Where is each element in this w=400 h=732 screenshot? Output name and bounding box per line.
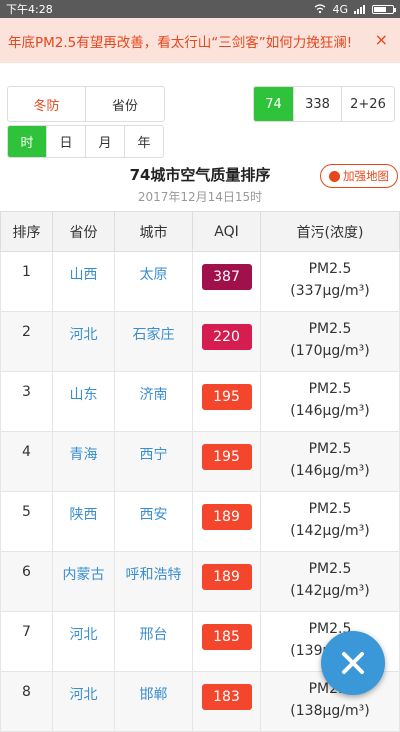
aqi-cell: 195 bbox=[192, 371, 261, 432]
table-row[interactable]: 4 青海 西宁 195 PM2.5 (146μg/m³) bbox=[0, 431, 400, 492]
province-link[interactable]: 河北 bbox=[52, 671, 115, 732]
pollutant-name: PM2.5 bbox=[308, 501, 352, 517]
aqi-badge: 195 bbox=[201, 384, 252, 410]
pollutant-name: PM2.5 bbox=[308, 561, 352, 577]
aqi-badge: 195 bbox=[201, 444, 252, 470]
aqi-badge: 183 bbox=[201, 684, 252, 710]
signal-icon bbox=[354, 5, 365, 14]
pollutant-cell: PM2.5 (146μg/m³) bbox=[260, 371, 400, 432]
city-link[interactable]: 济南 bbox=[114, 371, 193, 432]
tabs-row-top: 冬防 省份 74 338 2+26 bbox=[0, 63, 400, 122]
tab-year[interactable]: 年 bbox=[125, 126, 163, 157]
city-link[interactable]: 石家庄 bbox=[114, 311, 193, 372]
pollutant-cell: PM2.5 (142μg/m³) bbox=[260, 491, 400, 552]
pollutant-cell: PM2.5 (142μg/m³) bbox=[260, 551, 400, 612]
tabs-row-period: 时 日 月 年 bbox=[0, 111, 400, 158]
col-province: 省份 bbox=[52, 211, 115, 252]
pollutant-cell: PM2.5 (337μg/m³) bbox=[260, 251, 400, 312]
pollutant-concentration: (142μg/m³) bbox=[290, 583, 370, 599]
page-date: 2017年12月14日15时 bbox=[137, 190, 263, 204]
wifi-icon bbox=[315, 4, 326, 14]
city-link[interactable]: 西宁 bbox=[114, 431, 193, 492]
col-rank: 排序 bbox=[0, 211, 53, 252]
pollutant-concentration: (138μg/m³) bbox=[290, 703, 370, 719]
aqi-cell: 183 bbox=[192, 671, 261, 732]
map-button-label: 加强地图 bbox=[343, 169, 389, 183]
aqi-cell: 189 bbox=[192, 491, 261, 552]
aqi-cell: 185 bbox=[192, 611, 261, 672]
table-row[interactable]: 2 河北 石家庄 220 PM2.5 (170μg/m³) bbox=[0, 311, 400, 372]
province-link[interactable]: 河北 bbox=[52, 611, 115, 672]
pollutant-concentration: (146μg/m³) bbox=[290, 463, 370, 479]
status-icons: 4G bbox=[314, 2, 396, 16]
status-bar: 下午4:28 4G bbox=[0, 0, 400, 18]
city-link[interactable]: 邢台 bbox=[114, 611, 193, 672]
col-pollutant: 首污(浓度) bbox=[260, 211, 400, 252]
pollutant-name: PM2.5 bbox=[308, 261, 352, 277]
aqi-badge: 387 bbox=[201, 264, 252, 290]
rank-cell: 8 bbox=[0, 671, 53, 732]
col-aqi: AQI bbox=[192, 211, 261, 252]
battery-icon bbox=[372, 4, 396, 14]
enhanced-map-button[interactable]: 加强地图 bbox=[320, 164, 398, 188]
province-link[interactable]: 青海 bbox=[52, 431, 115, 492]
table-row[interactable]: 5 陕西 西安 189 PM2.5 (142μg/m³) bbox=[0, 491, 400, 552]
rank-cell: 1 bbox=[0, 251, 53, 312]
col-city: 城市 bbox=[114, 211, 193, 252]
fab-close-button[interactable] bbox=[321, 631, 385, 695]
province-link[interactable]: 山西 bbox=[52, 251, 115, 312]
pollutant-name: PM2.5 bbox=[308, 441, 352, 457]
rank-cell: 3 bbox=[0, 371, 53, 432]
network-label: 4G bbox=[332, 2, 348, 16]
drop-icon bbox=[329, 170, 340, 182]
aqi-badge: 189 bbox=[201, 504, 252, 530]
pollutant-cell: PM2.5 (170μg/m³) bbox=[260, 311, 400, 372]
table-row[interactable]: 6 内蒙古 呼和浩特 189 PM2.5 (142μg/m³) bbox=[0, 551, 400, 612]
aqi-cell: 387 bbox=[192, 251, 261, 312]
rank-cell: 2 bbox=[0, 311, 53, 372]
aqi-cell: 220 bbox=[192, 311, 261, 372]
pollutant-concentration: (170μg/m³) bbox=[290, 343, 370, 359]
province-link[interactable]: 河北 bbox=[52, 311, 115, 372]
city-link[interactable]: 西安 bbox=[114, 491, 193, 552]
pollutant-name: PM2.5 bbox=[308, 321, 352, 337]
aqi-badge: 220 bbox=[201, 324, 252, 350]
pollutant-concentration: (146μg/m³) bbox=[290, 403, 370, 419]
pollutant-name: PM2.5 bbox=[308, 381, 352, 397]
city-link[interactable]: 邯郸 bbox=[114, 671, 193, 732]
table-row[interactable]: 1 山西 太原 387 PM2.5 (337μg/m³) bbox=[0, 251, 400, 312]
city-link[interactable]: 呼和浩特 bbox=[114, 551, 193, 612]
province-link[interactable]: 陕西 bbox=[52, 491, 115, 552]
pollutant-concentration: (337μg/m³) bbox=[290, 283, 370, 299]
table-row[interactable]: 3 山东 济南 195 PM2.5 (146μg/m³) bbox=[0, 371, 400, 432]
province-link[interactable]: 山东 bbox=[52, 371, 115, 432]
news-banner[interactable]: 年底PM2.5有望再改善，看太行山“三剑客”如何力挽狂澜! × bbox=[0, 18, 400, 63]
banner-close-icon[interactable]: × bbox=[375, 30, 388, 49]
pollutant-cell: PM2.5 (146μg/m³) bbox=[260, 431, 400, 492]
title-area: 74城市空气质量排序 2017年12月14日15时 加强地图 bbox=[0, 156, 400, 211]
aqi-cell: 195 bbox=[192, 431, 261, 492]
aqi-cell: 189 bbox=[192, 551, 261, 612]
tab-month[interactable]: 月 bbox=[86, 126, 125, 157]
tab-hour[interactable]: 时 bbox=[8, 126, 47, 157]
rank-cell: 7 bbox=[0, 611, 53, 672]
status-time: 下午4:28 bbox=[6, 3, 53, 16]
aqi-badge: 189 bbox=[201, 564, 252, 590]
province-link[interactable]: 内蒙古 bbox=[52, 551, 115, 612]
tab-day[interactable]: 日 bbox=[47, 126, 86, 157]
period-tabs: 时 日 月 年 bbox=[7, 125, 164, 158]
pollutant-concentration: (142μg/m³) bbox=[290, 523, 370, 539]
rank-cell: 6 bbox=[0, 551, 53, 612]
aqi-badge: 185 bbox=[201, 624, 252, 650]
city-link[interactable]: 太原 bbox=[114, 251, 193, 312]
pollutant-name: PM2.5 bbox=[308, 621, 352, 637]
rank-cell: 4 bbox=[0, 431, 53, 492]
banner-text[interactable]: 年底PM2.5有望再改善，看太行山“三剑客”如何力挽狂澜! bbox=[8, 31, 352, 51]
table-header: 排序 省份 城市 AQI 首污(浓度) bbox=[0, 211, 400, 252]
rank-cell: 5 bbox=[0, 491, 53, 552]
close-icon bbox=[342, 652, 364, 674]
